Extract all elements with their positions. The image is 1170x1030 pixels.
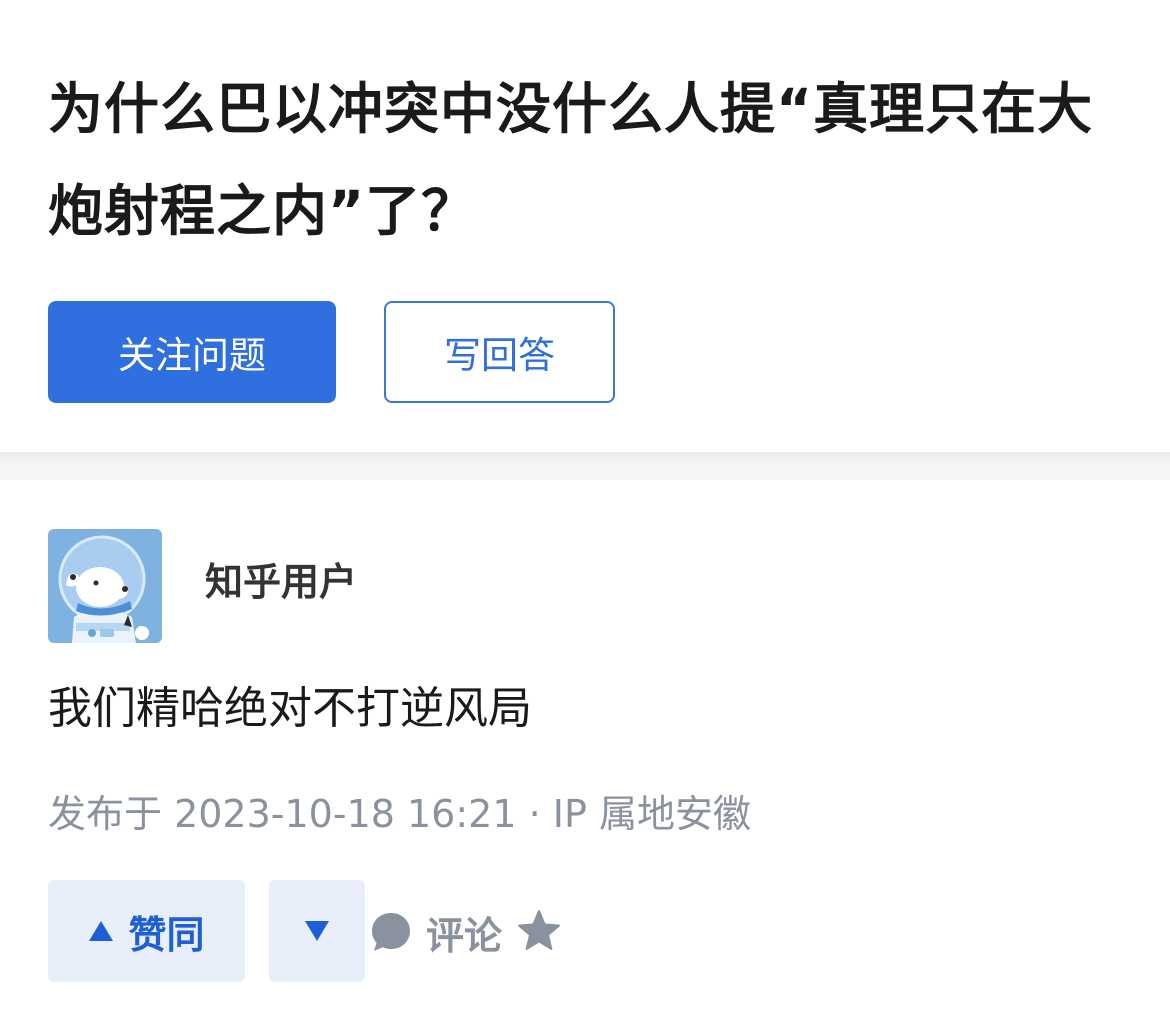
downvote-button[interactable] <box>269 880 365 982</box>
question-title[interactable]: 为什么巴以冲突中没什么人提“真理只在大炮射程之内”了？ <box>48 58 1128 262</box>
answer-publish-meta: 发布于 2023-10-18 16:21 · IP 属地安徽 <box>48 792 751 836</box>
answer-content[interactable]: 我们精哈绝对不打逆风局 <box>48 679 1128 739</box>
upvote-button[interactable]: 赞同 <box>48 880 245 982</box>
comment-bubble-icon <box>372 913 410 951</box>
star-icon[interactable] <box>516 908 562 954</box>
author-name[interactable]: 知乎用户 <box>205 556 357 608</box>
question-header: 为什么巴以冲突中没什么人提“真理只在大炮射程之内”了？ 关注问题 写回答 <box>0 0 1170 452</box>
comment-label: 评论 <box>426 913 503 958</box>
author-avatar[interactable] <box>48 529 162 643</box>
triangle-up-icon <box>89 921 114 941</box>
write-answer-button[interactable]: 写回答 <box>384 301 615 403</box>
astronaut-dog-avatar-icon <box>48 529 162 643</box>
follow-question-button[interactable]: 关注问题 <box>48 301 336 403</box>
comment-button[interactable]: 评论 <box>370 904 502 960</box>
answer-card: 知乎用户 我们精哈绝对不打逆风局 发布于 2023-10-18 16:21 · … <box>0 480 1170 1030</box>
upvote-label: 赞同 <box>128 912 205 957</box>
section-divider <box>0 452 1170 480</box>
triangle-down-icon <box>305 921 329 941</box>
